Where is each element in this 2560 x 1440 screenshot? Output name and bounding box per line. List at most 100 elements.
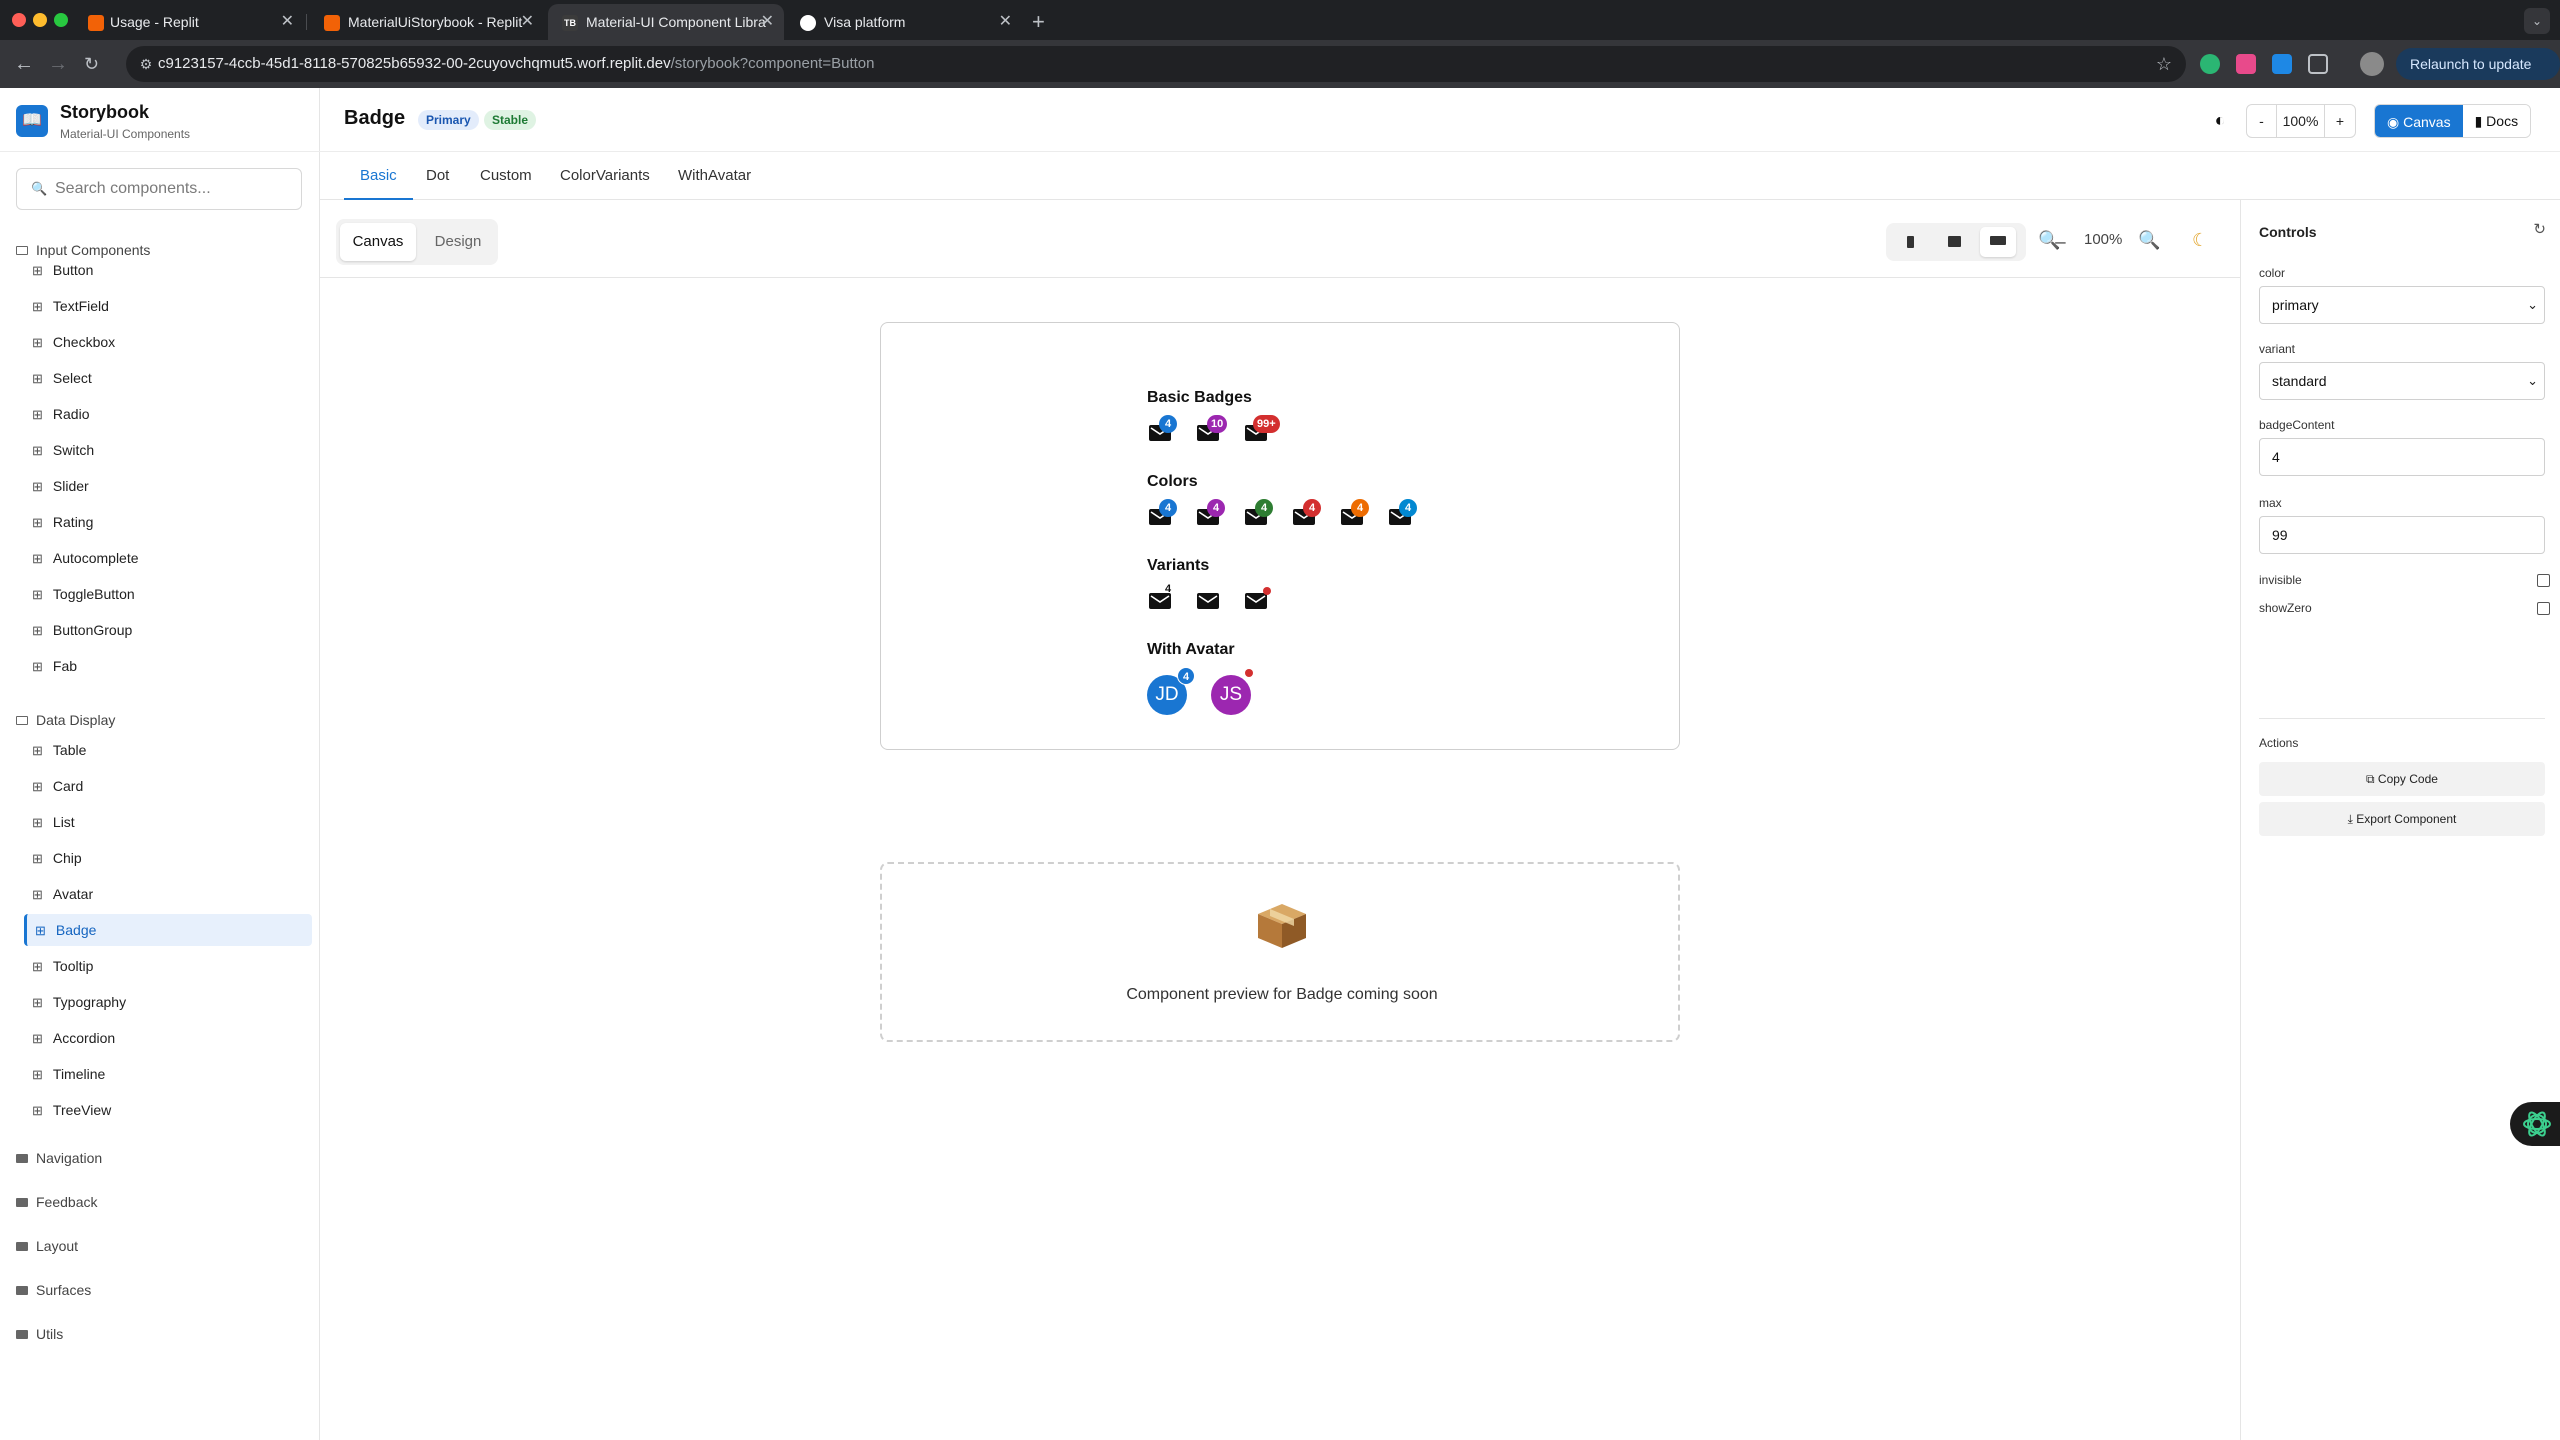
new-tab-button[interactable]: + xyxy=(1032,4,1045,40)
browser-tab-visa[interactable]: Visa platform ✕ xyxy=(786,4,1022,40)
zoom-in-icon[interactable]: 🔍 xyxy=(2138,230,2160,251)
category-utils[interactable]: Utils xyxy=(16,1322,63,1346)
badgecontent-input[interactable]: 4 xyxy=(2259,438,2545,476)
tab-dot[interactable]: Dot xyxy=(426,152,449,200)
sidebar-item-avatar[interactable]: ⊞ Avatar xyxy=(24,878,312,910)
close-window-button[interactable] xyxy=(12,13,26,27)
extension-icon[interactable] xyxy=(2272,54,2292,74)
browser-tab-component-library[interactable]: TB Material-UI Component Libra ✕ xyxy=(548,4,784,40)
sidebar-item-label: List xyxy=(52,814,75,830)
address-bar[interactable]: ⚙ c9123157-4ccb-45d1-8118-570825b65932-0… xyxy=(126,46,2186,82)
sidebar-item-slider[interactable]: ⊞ Slider xyxy=(24,470,312,502)
category-data-display[interactable]: Data Display xyxy=(16,708,115,732)
sidebar-item-select[interactable]: ⊞ Select xyxy=(24,362,312,394)
sidebar-item-chip[interactable]: ⊞ Chip xyxy=(24,842,312,874)
extensions-puzzle-icon[interactable] xyxy=(2308,54,2328,74)
zoom-out-button[interactable]: - xyxy=(2247,105,2277,137)
variant-select[interactable]: standard ⌄ xyxy=(2259,362,2545,400)
browser-tab-storybook-repl[interactable]: MaterialUiStorybook - Replit ✕ xyxy=(308,4,544,40)
sidebar-item-label: Radio xyxy=(52,406,90,422)
close-tab-icon[interactable]: ✕ xyxy=(761,4,774,40)
tab-search-button[interactable]: ⌄ xyxy=(2524,8,2550,34)
reset-icon[interactable]: ↻ xyxy=(2533,220,2546,238)
sidebar-item-label: Timeline xyxy=(52,1066,106,1082)
export-component-button[interactable]: ⤓ Export Component xyxy=(2259,802,2545,836)
search-input[interactable] xyxy=(55,177,295,201)
tab-basic[interactable]: Basic xyxy=(344,152,413,200)
canvas-mode-button[interactable]: Canvas xyxy=(340,223,416,261)
sidebar-item-badge[interactable]: ⊞ Badge xyxy=(24,914,312,946)
sidebar-item-autocomplete[interactable]: ⊞ Autocomplete xyxy=(24,542,312,574)
category-layout[interactable]: Layout xyxy=(16,1234,78,1258)
tablet-device-button[interactable] xyxy=(1936,227,1972,257)
browser-tab-usage[interactable]: Usage - Replit ✕ xyxy=(70,4,304,40)
sidebar-item-card[interactable]: ⊞ Card xyxy=(24,770,312,802)
url-text[interactable]: c9123157-4ccb-45d1-8118-570825b65932-00-… xyxy=(158,46,874,82)
copy-code-button[interactable]: ⧉ Copy Code xyxy=(2259,762,2545,796)
sidebar-item-accordion[interactable]: ⊞ Accordion xyxy=(24,1022,312,1054)
sidebar-item-checkbox[interactable]: ⊞ Checkbox xyxy=(24,326,312,358)
sidebar-item-list[interactable]: ⊞ List xyxy=(24,806,312,838)
reload-button[interactable]: ↻ xyxy=(84,52,99,76)
category-surfaces[interactable]: Surfaces xyxy=(16,1278,91,1302)
sidebar-item-radio[interactable]: ⊞ Radio xyxy=(24,398,312,430)
grid-icon: ⊞ xyxy=(32,1031,43,1046)
sidebar-item-switch[interactable]: ⊞ Switch xyxy=(24,434,312,466)
category-feedback[interactable]: Feedback xyxy=(16,1190,97,1214)
sidebar-item-fab[interactable]: ⊞ Fab xyxy=(24,650,312,682)
close-tab-icon[interactable]: ✕ xyxy=(999,4,1012,40)
sidebar-item-rating[interactable]: ⊞ Rating xyxy=(24,506,312,538)
moon-icon[interactable]: ☾ xyxy=(2192,230,2208,251)
grid-icon: ⊞ xyxy=(32,851,43,866)
extension-icon[interactable] xyxy=(2236,54,2256,74)
canvas-view-button[interactable]: ◉ Canvas xyxy=(2375,105,2463,137)
design-mode-button[interactable]: Design xyxy=(424,223,492,261)
sidebar-item-treeview[interactable]: ⊞ TreeView xyxy=(24,1094,312,1126)
sidebar-item-buttongroup[interactable]: ⊞ ButtonGroup xyxy=(24,614,312,646)
variant-label: variant xyxy=(2259,342,2296,356)
bookmark-star-icon[interactable]: ☆ xyxy=(2156,46,2172,82)
sidebar-item-timeline[interactable]: ⊞ Timeline xyxy=(24,1058,312,1090)
sidebar-item-table[interactable]: ⊞ Table xyxy=(24,734,312,766)
minimize-window-button[interactable] xyxy=(33,13,47,27)
tab-colorvariants[interactable]: ColorVariants xyxy=(560,152,650,200)
color-select[interactable]: primary ⌄ xyxy=(2259,286,2545,324)
sidebar-item-textfield[interactable]: ⊞ TextField xyxy=(24,290,312,322)
showzero-checkbox[interactable] xyxy=(2537,602,2550,615)
sidebar-item-label: Accordion xyxy=(52,1030,116,1046)
forward-button[interactable]: → xyxy=(48,52,68,76)
maximize-window-button[interactable] xyxy=(54,13,68,27)
coming-soon-text: Component preview for Badge coming soon xyxy=(1126,986,1438,1003)
relaunch-button[interactable]: Relaunch to update ⋮ xyxy=(2396,48,2560,104)
extension-icon[interactable] xyxy=(2200,54,2220,74)
theme-toggle-icon[interactable]: ◐ xyxy=(2208,108,2232,132)
site-info-icon[interactable]: ⚙ xyxy=(136,54,156,74)
zoom-out-icon[interactable]: 🔍̶ xyxy=(2038,230,2060,251)
tab-custom[interactable]: Custom xyxy=(480,152,532,200)
close-tab-icon[interactable]: ✕ xyxy=(521,4,534,40)
category-label: Feedback xyxy=(36,1194,98,1210)
mobile-device-button[interactable] xyxy=(1892,227,1928,257)
brand: 📖 Storybook Material-UI Components xyxy=(0,88,320,152)
sidebar-item-typography[interactable]: ⊞ Typography xyxy=(24,986,312,1018)
sidebar-item-label: Fab xyxy=(52,658,78,674)
invisible-checkbox[interactable] xyxy=(2537,574,2550,587)
sidebar-item-togglebutton[interactable]: ⊞ ToggleButton xyxy=(24,578,312,610)
grid-icon: ⊞ xyxy=(32,587,43,602)
back-button[interactable]: ← xyxy=(14,52,34,76)
tab-withavatar[interactable]: WithAvatar xyxy=(678,152,751,200)
profile-avatar[interactable] xyxy=(2360,52,2384,76)
tab-title: Material-UI Component Libra xyxy=(586,14,766,30)
sidebar-item-button[interactable]: ⊞ Button xyxy=(24,254,312,286)
avatar-dot-badge xyxy=(1245,669,1253,677)
desktop-device-button[interactable] xyxy=(1980,227,2016,257)
close-tab-icon[interactable]: ✕ xyxy=(281,4,294,40)
chevron-down-icon: ⌄ xyxy=(2527,297,2538,312)
ai-assistant-button[interactable] xyxy=(2510,1102,2560,1146)
max-label: max xyxy=(2259,496,2282,510)
category-navigation[interactable]: Navigation xyxy=(16,1146,102,1170)
docs-view-button[interactable]: ▮ Docs xyxy=(2462,105,2531,137)
sidebar-item-tooltip[interactable]: ⊞ Tooltip xyxy=(24,950,312,982)
max-input[interactable]: 99 xyxy=(2259,516,2545,554)
zoom-in-button[interactable]: + xyxy=(2325,105,2355,137)
